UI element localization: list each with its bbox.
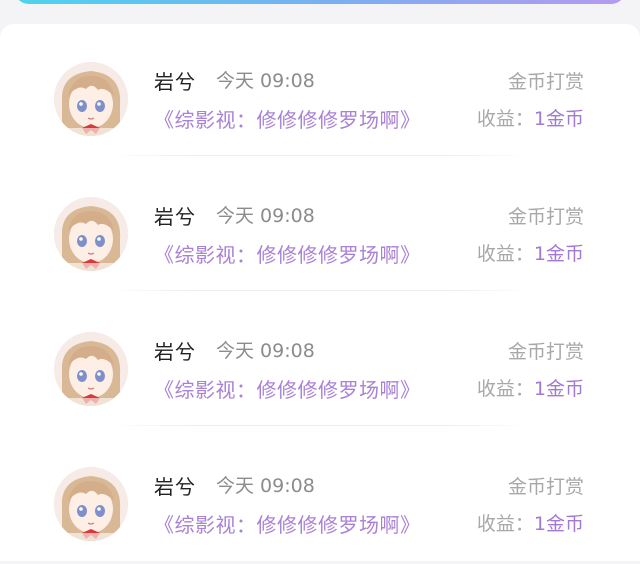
earnings: 收益：1金币 bbox=[477, 509, 584, 536]
reward-type: 金币打赏 bbox=[507, 71, 584, 93]
list-item[interactable]: 岩兮 今天 09:08 金币打赏 《综影视：修修修修罗场啊》 收益：1金币 bbox=[0, 24, 640, 159]
earnings-label: 收益： bbox=[476, 378, 534, 400]
timestamp: 今天 09:08 bbox=[216, 340, 315, 362]
top-bar bbox=[0, 0, 640, 24]
earnings-label: 收益： bbox=[476, 108, 534, 130]
header-gradient-bar bbox=[14, 0, 626, 4]
avatar-icon[interactable] bbox=[54, 332, 128, 406]
avatar-icon[interactable] bbox=[54, 467, 128, 541]
book-title-link[interactable]: 《综影视：修修修修罗场啊》 bbox=[154, 374, 421, 403]
earnings-label: 收益： bbox=[476, 243, 534, 265]
timestamp: 今天 09:08 bbox=[216, 205, 315, 227]
list-item[interactable]: 岩兮 今天 09:08 金币打赏 《综影视：修修修修罗场啊》 收益：1金币 bbox=[0, 429, 640, 564]
timestamp: 今天 09:08 bbox=[216, 475, 315, 497]
reward-type: 金币打赏 bbox=[507, 206, 584, 228]
username: 岩兮 bbox=[154, 340, 196, 364]
timestamp: 今天 09:08 bbox=[216, 70, 315, 92]
earnings-label: 收益： bbox=[476, 513, 534, 535]
divider bbox=[110, 155, 530, 156]
book-title-link[interactable]: 《综影视：修修修修罗场啊》 bbox=[154, 509, 421, 538]
avatar-icon[interactable] bbox=[54, 197, 128, 271]
earnings-value: 1金币 bbox=[533, 243, 584, 265]
earnings: 收益：1金币 bbox=[477, 374, 584, 401]
reward-type: 金币打赏 bbox=[507, 476, 584, 498]
username: 岩兮 bbox=[154, 70, 196, 94]
username: 岩兮 bbox=[154, 475, 196, 499]
reward-type: 金币打赏 bbox=[507, 341, 584, 363]
earnings-value: 1金币 bbox=[533, 108, 584, 130]
reward-record-list: 岩兮 今天 09:08 金币打赏 《综影视：修修修修罗场啊》 收益：1金币 岩兮… bbox=[0, 24, 640, 561]
earnings-value: 1金币 bbox=[533, 378, 584, 400]
earnings: 收益：1金币 bbox=[477, 239, 584, 266]
list-item[interactable]: 岩兮 今天 09:08 金币打赏 《综影视：修修修修罗场啊》 收益：1金币 bbox=[0, 159, 640, 294]
earnings-value: 1金币 bbox=[533, 513, 584, 535]
username: 岩兮 bbox=[154, 205, 196, 229]
book-title-link[interactable]: 《综影视：修修修修罗场啊》 bbox=[154, 104, 421, 133]
book-title-link[interactable]: 《综影视：修修修修罗场啊》 bbox=[154, 239, 421, 268]
list-item[interactable]: 岩兮 今天 09:08 金币打赏 《综影视：修修修修罗场啊》 收益：1金币 bbox=[0, 294, 640, 429]
divider bbox=[110, 290, 530, 291]
avatar-icon[interactable] bbox=[54, 62, 128, 136]
divider bbox=[110, 425, 530, 426]
earnings: 收益：1金币 bbox=[477, 104, 584, 131]
